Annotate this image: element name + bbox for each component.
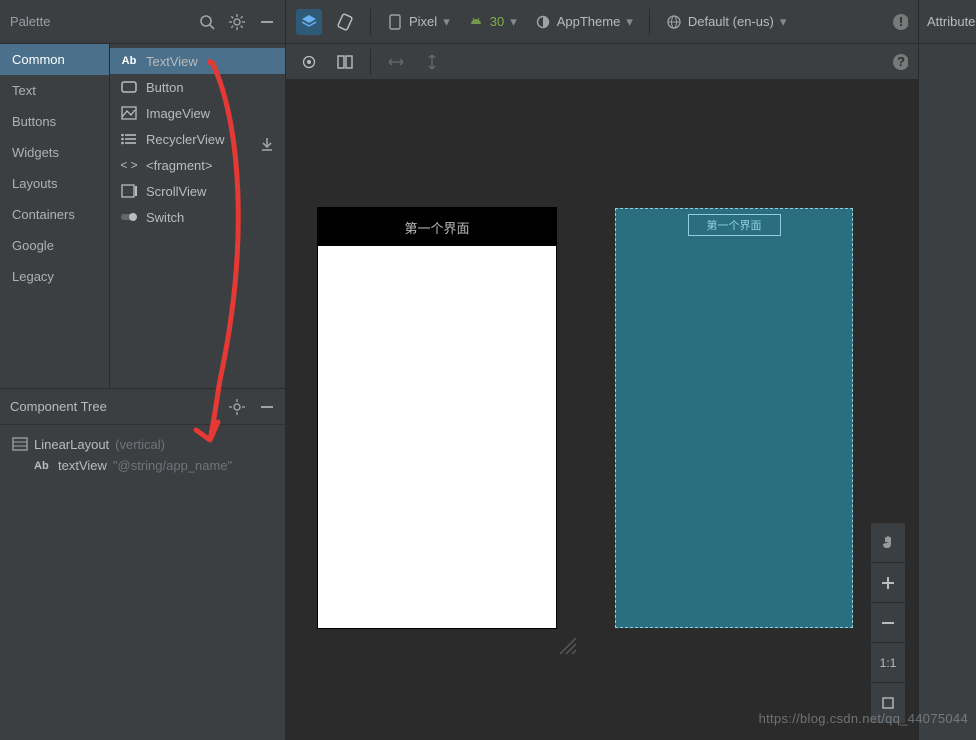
widget-label: ScrollView (146, 184, 206, 199)
device-label: Pixel (409, 14, 437, 29)
component-tree: LinearLayout (vertical) Ab textView "@st… (0, 425, 285, 484)
gear-icon[interactable] (229, 399, 245, 415)
help-icon[interactable]: ? (892, 54, 908, 70)
device-preview-design[interactable]: 第一个界面 (318, 208, 556, 628)
api-label: 30 (490, 14, 504, 29)
tree-root-label: LinearLayout (34, 437, 109, 452)
category-buttons[interactable]: Buttons (0, 106, 109, 137)
zoom-in-icon[interactable] (871, 563, 905, 603)
category-containers[interactable]: Containers (0, 199, 109, 230)
globe-icon (666, 14, 682, 30)
orientation-icon[interactable] (332, 9, 358, 35)
tree-child-label: textView (58, 458, 107, 473)
minimize-icon[interactable] (259, 14, 275, 30)
category-common[interactable]: Common (0, 44, 109, 75)
scroll-icon (120, 183, 138, 199)
widget-imageview[interactable]: ImageView (110, 100, 285, 126)
palette-title: Palette (10, 14, 50, 29)
theme-selector[interactable]: AppTheme ▾ (531, 14, 637, 30)
zoom-toolbar: 1:1 (870, 522, 906, 724)
preview-actionbar: 第一个界面 (318, 208, 556, 246)
widget-fragment[interactable]: < > <fragment> (110, 152, 285, 178)
theme-icon (535, 14, 551, 30)
category-text[interactable]: Text (0, 75, 109, 106)
widget-label: Switch (146, 210, 184, 225)
blueprint-title: 第一个界面 (688, 214, 781, 236)
chevron-down-icon: ▾ (780, 14, 787, 30)
attributes-panel: Attribute (918, 0, 976, 740)
pan-icon[interactable] (871, 523, 905, 563)
locale-label: Default (en-us) (688, 14, 774, 29)
palette-widgets: Ab TextView Button ImageView RecyclerVie… (110, 44, 285, 388)
widget-label: Button (146, 80, 184, 95)
tree-child-attr: "@string/app_name" (113, 458, 232, 473)
locale-selector[interactable]: Default (en-us) ▾ (662, 14, 791, 30)
resize-vertical-icon[interactable] (419, 49, 445, 75)
widget-label: ImageView (146, 106, 210, 121)
component-tree-title: Component Tree (10, 399, 107, 414)
widget-button[interactable]: Button (110, 74, 285, 100)
widget-switch[interactable]: Switch (110, 204, 285, 230)
linearlayout-icon (12, 436, 28, 452)
chevron-down-icon: ▾ (626, 14, 633, 30)
download-icon[interactable] (259, 136, 275, 152)
fragment-icon: < > (120, 157, 138, 173)
zoom-reset-button[interactable]: 1:1 (871, 643, 905, 683)
category-layouts[interactable]: Layouts (0, 168, 109, 199)
gear-icon[interactable] (229, 14, 245, 30)
palette-header: Palette (0, 0, 285, 44)
button-icon (120, 79, 138, 95)
component-tree-header: Component Tree (0, 389, 285, 425)
design-surface-icon[interactable] (296, 9, 322, 35)
design-canvas[interactable]: 第一个界面 第一个界面 (286, 80, 918, 740)
widget-label: <fragment> (146, 158, 213, 173)
chevron-down-icon: ▾ (510, 14, 517, 30)
zoom-out-icon[interactable] (871, 603, 905, 643)
warning-icon[interactable]: ! (892, 14, 908, 30)
search-icon[interactable] (199, 14, 215, 30)
minimize-icon[interactable] (259, 399, 275, 415)
image-icon (120, 105, 138, 121)
widget-textview[interactable]: Ab TextView (110, 48, 285, 74)
device-preview-blueprint[interactable]: 第一个界面 (615, 208, 853, 628)
theme-label: AppTheme (557, 14, 621, 29)
list-icon (120, 131, 138, 147)
watermark-text: https://blog.csdn.net/qq_44075044 (759, 711, 968, 726)
view-options-icon[interactable] (296, 49, 322, 75)
svg-text:?: ? (897, 54, 905, 69)
layout-variants-icon[interactable] (332, 49, 358, 75)
device-selector[interactable]: Pixel ▾ (383, 14, 454, 30)
switch-icon (120, 209, 138, 225)
tree-root-modifier: (vertical) (115, 437, 165, 452)
preview-title: 第一个界面 (404, 218, 469, 237)
widget-scrollview[interactable]: ScrollView (110, 178, 285, 204)
zoom-reset-label: 1:1 (880, 656, 897, 670)
svg-text:!: ! (899, 14, 903, 29)
widget-label: TextView (146, 54, 198, 69)
resize-handle-icon[interactable] (556, 634, 580, 658)
tree-child-row[interactable]: Ab textView "@string/app_name" (8, 455, 277, 476)
textview-icon: Ab (34, 460, 52, 472)
android-icon (468, 14, 484, 30)
palette-categories: Common Text Buttons Widgets Layouts Cont… (0, 44, 110, 388)
resize-horizontal-icon[interactable] (383, 49, 409, 75)
api-selector[interactable]: 30 ▾ (464, 14, 521, 30)
phone-icon (387, 14, 403, 30)
blueprint-actionbar: 第一个界面 (616, 209, 852, 241)
category-google[interactable]: Google (0, 230, 109, 261)
chevron-down-icon: ▾ (443, 14, 450, 30)
widget-label: RecyclerView (146, 132, 225, 147)
view-toolbar: ? (286, 44, 918, 80)
textview-icon: Ab (120, 53, 138, 69)
attributes-title: Attribute (927, 14, 975, 29)
design-toolbar: Pixel ▾ 30 ▾ AppTheme ▾ Default (en-us) … (286, 0, 918, 44)
category-legacy[interactable]: Legacy (0, 261, 109, 292)
category-widgets[interactable]: Widgets (0, 137, 109, 168)
tree-root-row[interactable]: LinearLayout (vertical) (8, 433, 277, 455)
